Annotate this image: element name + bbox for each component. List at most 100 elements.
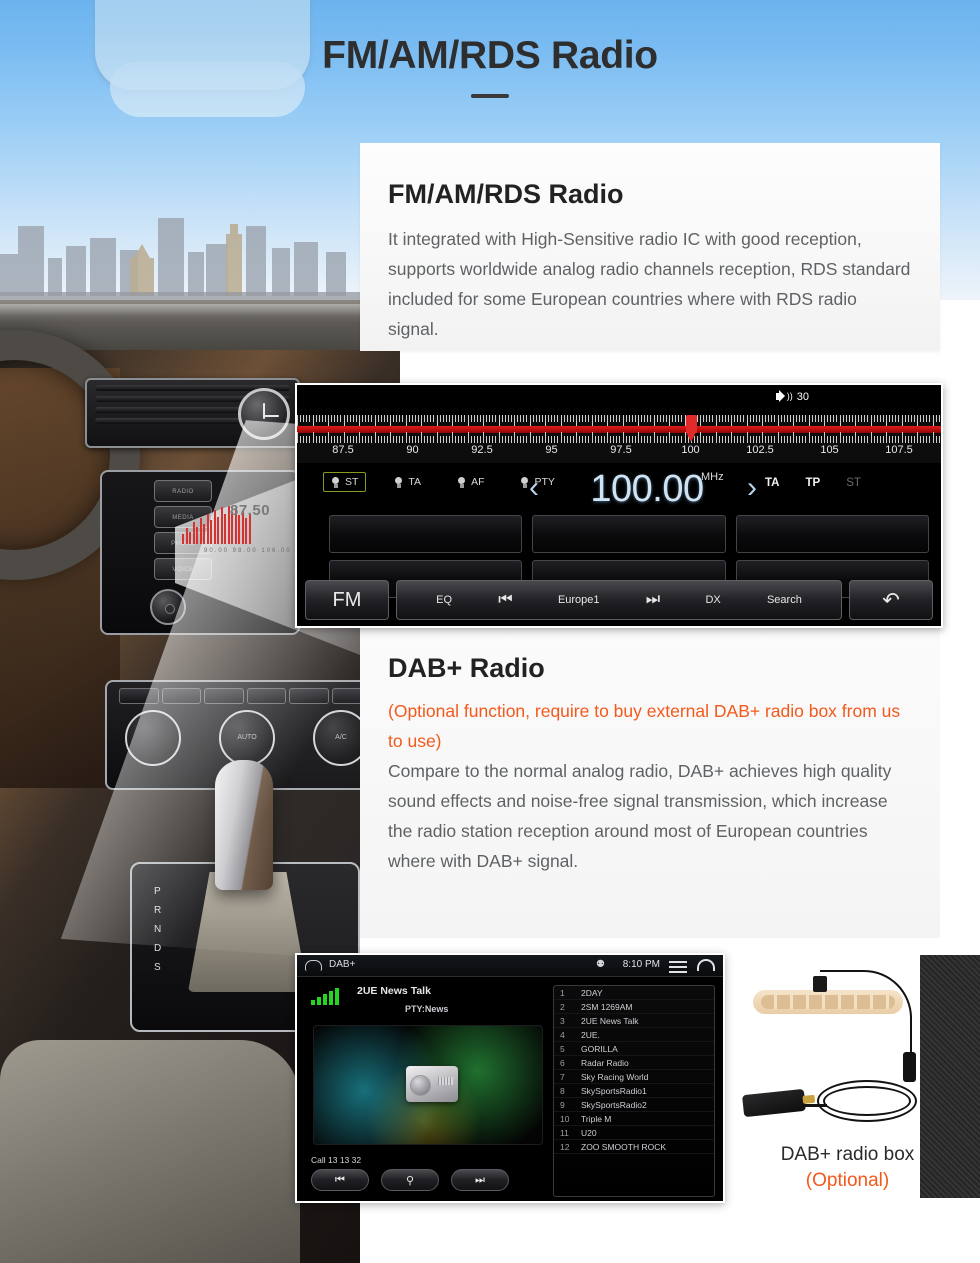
scale-label: 105 xyxy=(820,444,839,456)
station-name: 2SM 1269AM xyxy=(581,1001,633,1012)
scale-labels: 87.5 90 92.5 95 97.5 100 102.5 105 107.5 xyxy=(297,443,941,463)
frequency-unit: MHz xyxy=(701,471,724,483)
temp-dial-left xyxy=(125,710,181,766)
station-number: 5 xyxy=(560,1043,565,1054)
station-list-item[interactable]: 3 2UE News Talk xyxy=(554,1014,714,1028)
location-icon: ⚉ xyxy=(596,959,605,970)
station-number: 6 xyxy=(560,1057,565,1068)
station-list-item[interactable]: 12 ZOO SMOOTH ROCK xyxy=(554,1140,714,1154)
home-icon[interactable] xyxy=(305,960,322,971)
rds-chip-st[interactable]: ST xyxy=(323,472,367,492)
region-button[interactable]: Europe1 xyxy=(558,594,600,606)
seat xyxy=(0,1040,300,1263)
band-button[interactable]: FM xyxy=(305,580,389,620)
station-name: U20 xyxy=(581,1127,597,1138)
station-number: 1 xyxy=(560,987,565,998)
station-list-item[interactable]: 11 U20 xyxy=(554,1126,714,1140)
station-list-item[interactable]: 1 2DAY xyxy=(554,986,714,1000)
frequency-scale[interactable] xyxy=(297,415,941,443)
dab-box-optional-label: (Optional) xyxy=(805,1170,890,1191)
search-button[interactable]: Search xyxy=(767,594,802,606)
indicator-bulb-icon xyxy=(331,476,340,488)
dx-button[interactable]: DX xyxy=(705,594,720,606)
dab-main: 2UE News Talk PTY:News Call 13 13 32 ⏮ ⚲ ⏭… xyxy=(297,977,723,1201)
rds-chip-ta[interactable]: TA xyxy=(386,472,429,492)
status-time: 8:10 PM xyxy=(622,959,660,970)
station-list-item[interactable]: 2 2SM 1269AM xyxy=(554,1000,714,1014)
station-list-item[interactable]: 10 Triple M xyxy=(554,1112,714,1126)
rds-chip-label: TA xyxy=(408,476,422,488)
volume-knob xyxy=(150,589,186,625)
mini-radio-overlay: 87.50 90.00 98.00 106.00 xyxy=(178,490,303,570)
gear-labels: PRNDS xyxy=(154,886,163,973)
station-list-item[interactable]: 9 SkySportsRadio2 xyxy=(554,1098,714,1112)
station-name: SkySportsRadio2 xyxy=(581,1099,647,1110)
station-name: ZOO SMOOTH ROCK xyxy=(581,1141,666,1152)
dab-pty-label: PTY:News xyxy=(405,1004,449,1014)
dab-radio-box-photo: DAB+ radio box (Optional) xyxy=(735,962,960,1202)
preset-slot[interactable] xyxy=(532,515,726,553)
dab-optional-notice: (Optional function, require to buy exter… xyxy=(388,701,901,751)
rds-status-flags: TA TP ST xyxy=(765,477,861,489)
station-list-item[interactable]: 6 Radar Radio xyxy=(554,1056,714,1070)
eq-button[interactable]: EQ xyxy=(436,594,452,606)
station-number: 8 xyxy=(560,1085,565,1096)
station-number: 10 xyxy=(560,1113,570,1124)
station-list-item[interactable]: 5 GORILLA xyxy=(554,1042,714,1056)
scale-ticks-bottom xyxy=(297,432,941,443)
dab-box-caption: DAB+ radio box xyxy=(780,1144,915,1165)
next-icon[interactable]: ⏭ xyxy=(646,591,660,609)
next-station-arrow[interactable]: › xyxy=(747,469,757,507)
page-title: FM/AM/RDS Radio xyxy=(322,34,658,77)
volume-value: 30 xyxy=(796,390,809,403)
station-name: Radar Radio xyxy=(581,1057,629,1068)
back-button[interactable]: ↶ xyxy=(849,580,933,620)
fm-card-body: It integrated with High-Sensitive radio … xyxy=(388,229,911,339)
signal-bars-icon xyxy=(311,987,339,1005)
fm-card-heading: FM/AM/RDS Radio xyxy=(388,179,624,209)
search-button[interactable]: ⚲ xyxy=(381,1169,439,1191)
rds-chip-af[interactable]: AF xyxy=(449,472,492,492)
antenna-wire xyxy=(820,970,912,1074)
dab-info-card: DAB+ Radio (Optional function, require t… xyxy=(360,628,940,938)
volume-indicator: )) 30 xyxy=(775,390,809,403)
preset-slot[interactable] xyxy=(735,515,929,553)
station-name: SkySportsRadio1 xyxy=(581,1085,647,1096)
station-number: 2 xyxy=(560,1001,565,1012)
next-button[interactable]: ⏭ xyxy=(451,1169,509,1191)
menu-icon[interactable] xyxy=(669,961,687,976)
radio-toolbar: FM EQ ⏮ Europe1 ⏭ DX Search ↶ xyxy=(305,580,933,620)
station-name: Triple M xyxy=(581,1113,612,1124)
previous-button[interactable]: ⏮ xyxy=(311,1169,369,1191)
station-artwork xyxy=(313,1025,543,1145)
station-number: 3 xyxy=(560,1015,565,1026)
tuner-needle[interactable] xyxy=(686,415,697,443)
status-flag-ta: TA xyxy=(765,477,780,489)
radio-device-image xyxy=(406,1066,458,1102)
climate-buttons xyxy=(119,688,371,704)
gear-shifter xyxy=(215,760,273,890)
auto-dial: AUTO xyxy=(219,710,275,766)
frequency-display: 100.00 xyxy=(522,463,772,515)
scale-label: 90 xyxy=(406,444,419,456)
dab-statusbar: DAB+ ⚉ 8:10 PM xyxy=(297,955,723,977)
mini-frequency: 87.50 xyxy=(230,502,271,519)
station-number: 7 xyxy=(560,1071,565,1082)
dab-call-text: Call 13 13 32 xyxy=(311,1155,362,1165)
station-list-item[interactable]: 7 Sky Racing World xyxy=(554,1070,714,1084)
page-root: RADIO MEDIA PHONE VOICE AUTO A/C PRNDS xyxy=(0,0,980,1263)
frequency-value: 100.00 xyxy=(590,467,704,510)
indicator-bulb-icon xyxy=(394,476,403,488)
analog-clock xyxy=(238,388,290,440)
back-arrow-icon[interactable] xyxy=(697,959,715,971)
scale-label: 97.5 xyxy=(610,444,632,456)
dab-receiver-module xyxy=(742,1088,806,1118)
dab-card-body: Compare to the normal analog radio, DAB+… xyxy=(388,761,892,871)
station-list-item[interactable]: 8 SkySportsRadio1 xyxy=(554,1084,714,1098)
status-flag-st: ST xyxy=(846,477,861,489)
dab-app-label: DAB+ xyxy=(329,959,356,970)
station-list-item[interactable]: 4 2UE. xyxy=(554,1028,714,1042)
station-list[interactable]: 1 2DAY 2 2SM 1269AM 3 2UE News Talk 4 2UE. 5 GORI… xyxy=(553,985,715,1197)
preset-slot[interactable] xyxy=(329,515,523,553)
previous-icon[interactable]: ⏮ xyxy=(498,591,512,609)
